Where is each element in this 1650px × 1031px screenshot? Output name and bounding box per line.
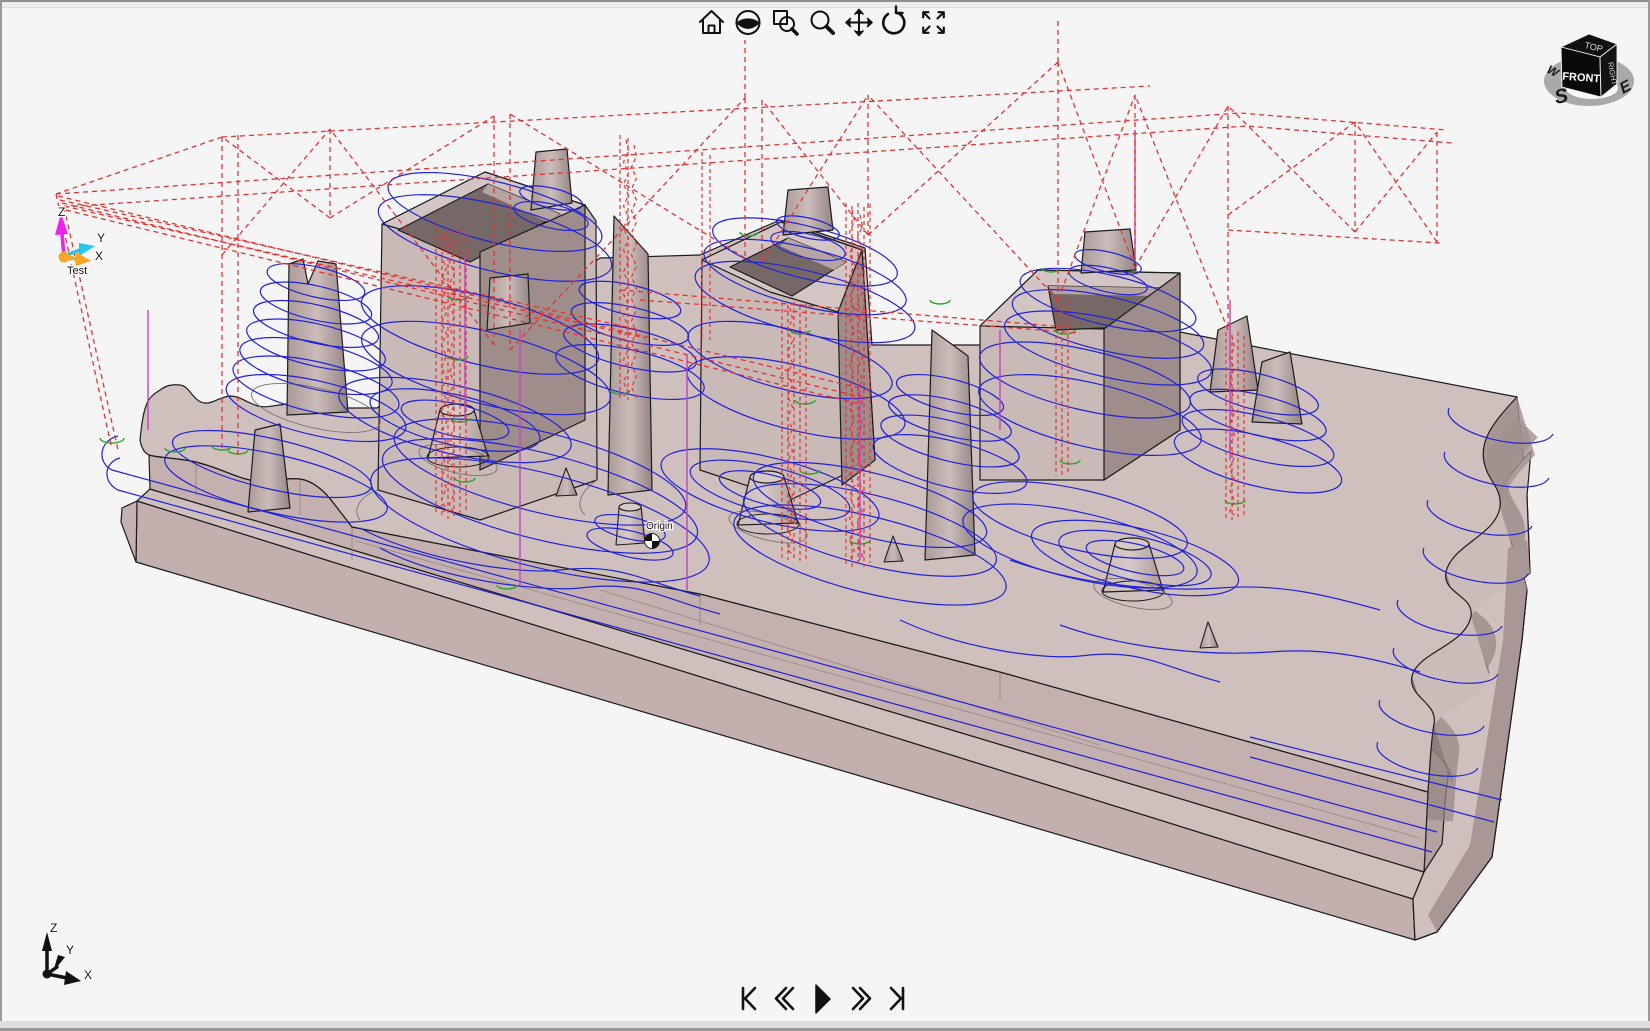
svg-text:X: X <box>95 249 103 263</box>
svg-text:Y: Y <box>66 943 74 957</box>
svg-text:Y: Y <box>97 231 105 245</box>
svg-text:Origin: Origin <box>646 521 673 532</box>
svg-text:Test: Test <box>67 265 87 277</box>
svg-text:X: X <box>84 968 92 982</box>
svg-text:Z: Z <box>50 921 57 935</box>
svg-text:Z: Z <box>58 205 65 219</box>
